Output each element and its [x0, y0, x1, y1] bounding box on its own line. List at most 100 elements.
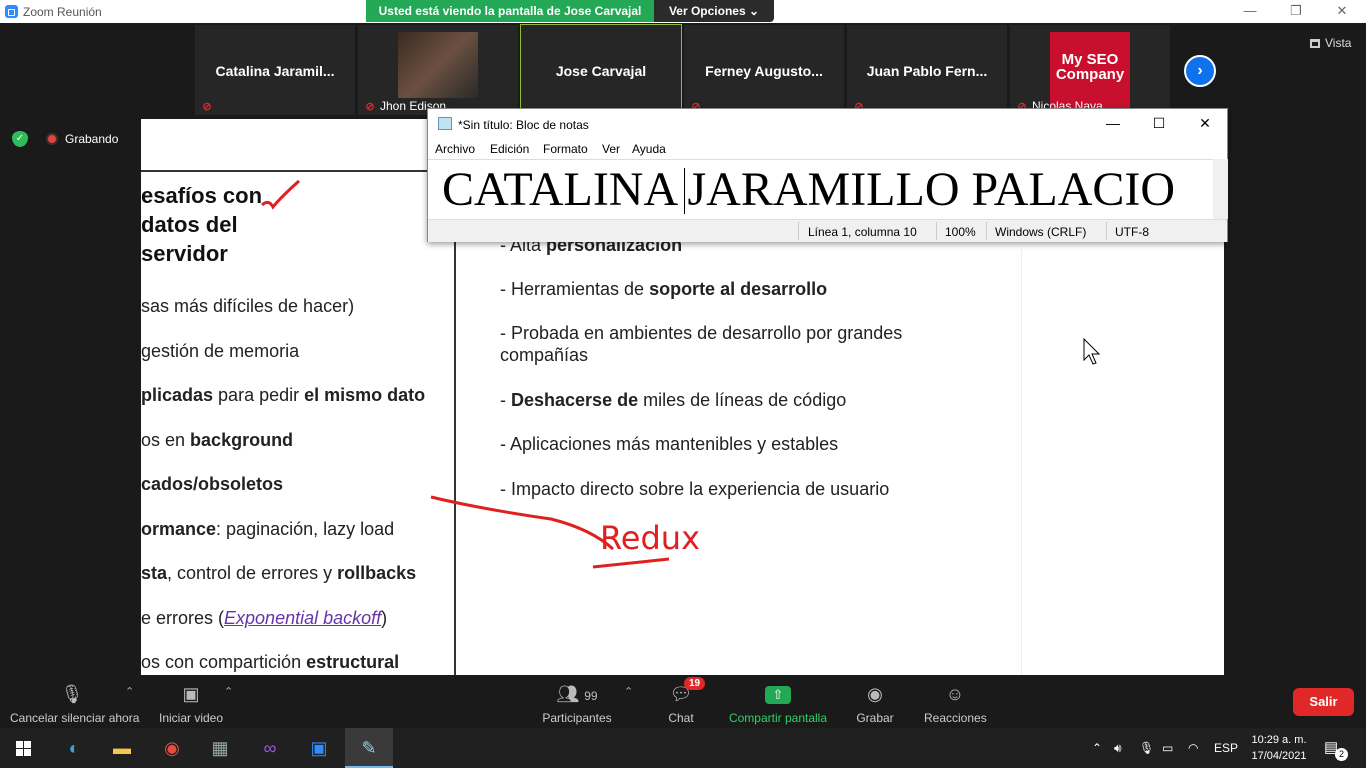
unmute-button[interactable]: 🎙︎ Cancelar silenciar ahora — [10, 681, 139, 725]
menu-ver[interactable]: Ver — [602, 142, 620, 156]
audio-options-chevron-icon[interactable]: ⌃ — [125, 685, 134, 698]
recording-dot-icon — [46, 133, 58, 145]
system-clock[interactable]: 10:29 a. m. 17/04/2021 — [1246, 732, 1312, 764]
encoding: UTF-8 — [1115, 225, 1149, 239]
chrome-icon[interactable]: ◉ — [148, 728, 196, 768]
notepad-app-icon — [438, 117, 452, 130]
text-caret — [684, 168, 685, 214]
input-language[interactable]: ESP — [1214, 728, 1238, 768]
chevron-down-icon: ⌄ — [748, 4, 760, 18]
muted-mic-icon: ⊘ — [365, 101, 375, 113]
volume-icon[interactable]: 🔊︎ — [1114, 728, 1122, 768]
participants-label: Participantes — [542, 711, 612, 725]
zoom-logo-icon — [5, 5, 18, 18]
zoom-level: 100% — [945, 225, 976, 239]
menu-edicion[interactable]: Edición — [490, 142, 529, 156]
status-divider — [1106, 222, 1107, 240]
notepad-close-button[interactable]: ✕ — [1182, 109, 1228, 139]
network-icon[interactable]: ◠ — [1188, 728, 1198, 768]
file-explorer-icon[interactable]: ▬ — [98, 728, 146, 768]
view-options-label: Ver Opciones — [668, 4, 746, 18]
zoom-title-bar: Zoom Reunión Usted está viendo la pantal… — [0, 0, 1366, 23]
participants-icon: 👥︎ 99 — [556, 684, 598, 704]
restore-button[interactable]: ❐ — [1273, 0, 1319, 23]
window-title: Zoom Reunión — [23, 5, 102, 19]
notepad-taskbar-icon[interactable]: ✎ — [345, 728, 393, 768]
grid-view-icon — [1310, 39, 1320, 49]
unmute-label: Cancelar silenciar ahora — [10, 711, 140, 725]
ink-checkmark — [261, 179, 300, 210]
chevron-right-icon: › — [1197, 62, 1203, 79]
view-options-button[interactable]: Ver Opciones ⌄ — [654, 0, 774, 22]
notification-center-icon[interactable]: ▤ — [1324, 728, 1338, 768]
encryption-shield-icon[interactable]: ✓ — [12, 131, 28, 147]
microphone-icon[interactable]: 🎙︎ — [1139, 728, 1154, 768]
ink-arrow-stroke — [430, 495, 615, 551]
status-divider — [986, 222, 987, 240]
menu-formato[interactable]: Formato — [543, 142, 588, 156]
clock-time: 10:29 a. m. — [1251, 734, 1307, 746]
reactions-button[interactable]: ☺ Reacciones — [924, 681, 987, 725]
view-layout-label: Vista — [1325, 36, 1352, 50]
view-layout-button[interactable]: Vista — [1310, 36, 1351, 50]
participants-chevron-icon[interactable]: ⌃ — [624, 685, 633, 698]
notepad-maximize-button[interactable]: ☐ — [1136, 109, 1182, 139]
visual-studio-icon[interactable]: ∞ — [246, 728, 294, 768]
notepad-window[interactable]: *Sin título: Bloc de notas — ☐ ✕ Archivo… — [427, 108, 1228, 242]
participant-name: Jose Carvajal — [555, 63, 647, 79]
participant-tile[interactable]: Catalina Jaramil... ⊘ — [195, 25, 355, 115]
reaction-smiley-icon: ☺ — [945, 684, 965, 704]
chat-unread-badge: 19 — [684, 677, 706, 690]
participant-name: Catalina Jaramil... — [215, 63, 335, 79]
minimize-button[interactable]: — — [1227, 0, 1273, 23]
windows-start-icon[interactable] — [16, 741, 31, 756]
edge-browser-icon[interactable]: ◐ — [50, 728, 98, 768]
participants-button[interactable]: 👥︎ 99 Participantes — [542, 681, 612, 725]
share-screen-icon: ⇧ — [765, 686, 791, 705]
menu-archivo[interactable]: Archivo — [435, 142, 475, 156]
notification-count-badge: 2 — [1335, 748, 1348, 761]
show-hidden-icons-chevron-icon[interactable]: ⌃ — [1092, 728, 1102, 768]
participants-count: 99 — [584, 689, 598, 703]
share-screen-label: Compartir pantalla — [728, 711, 828, 725]
notepad-text-area[interactable]: CATALINA JARAMILLO PALACIO — [428, 159, 1213, 219]
record-button[interactable]: ◉ Grabar — [856, 681, 894, 725]
participant-tile[interactable]: My SEO Company ⊘ Nicolas Nava — [1010, 25, 1170, 115]
muted-mic-icon: ⊘ — [202, 101, 212, 113]
participant-tile[interactable]: ⊘ Jhon Edison — [358, 25, 518, 115]
line-ending: Windows (CRLF) — [995, 225, 1087, 239]
menu-ayuda[interactable]: Ayuda — [632, 142, 666, 156]
record-icon: ◉ — [867, 684, 883, 704]
leave-meeting-button[interactable]: Salir — [1293, 688, 1354, 716]
notepad-title: *Sin título: Bloc de notas — [458, 118, 589, 132]
notepad-minimize-button[interactable]: — — [1090, 109, 1136, 139]
ink-underline — [592, 557, 670, 569]
recording-label[interactable]: Grabando — [65, 132, 118, 146]
start-video-label: Iniciar video — [158, 711, 224, 725]
logo-line: Company — [1055, 66, 1125, 83]
participant-tile[interactable]: Ferney Augusto... ⊘ — [684, 25, 844, 115]
notepad-content: CATALINA JARAMILLO PALACIO — [442, 163, 1176, 216]
zoom-meeting-desktop: { "window": {"title": "Zoom Reunión", "m… — [0, 0, 1366, 768]
share-screen-button[interactable]: ⇧ Compartir pantalla — [728, 681, 828, 725]
notepad-vertical-scrollbar[interactable] — [1213, 159, 1228, 219]
zoom-taskbar-icon[interactable]: ▣ — [295, 728, 343, 768]
notepad-status-bar: Línea 1, columna 10 100% Windows (CRLF) … — [428, 219, 1227, 242]
record-label: Grabar — [856, 711, 894, 725]
meeting-controls-bar: 🎙︎ Cancelar silenciar ahora ⌃ ▣ Iniciar … — [0, 675, 1366, 728]
video-off-icon: ▣ — [182, 684, 200, 704]
chat-label: Chat — [668, 711, 694, 725]
close-button[interactable]: ✕ — [1319, 0, 1365, 23]
notepad-title-bar[interactable]: *Sin título: Bloc de notas — ☐ ✕ — [428, 109, 1227, 139]
clock-date: 17/04/2021 — [1251, 750, 1307, 762]
calculator-icon[interactable]: ▦ — [196, 728, 244, 768]
battery-icon[interactable]: ▭ — [1162, 728, 1173, 768]
mouse-pointer-icon — [1083, 338, 1101, 365]
participant-tile[interactable]: Juan Pablo Fern... ⊘ — [847, 25, 1007, 115]
notepad-menu-bar: Archivo Edición Formato Ver Ayuda — [428, 139, 1227, 159]
start-video-button[interactable]: ▣ Iniciar video — [158, 681, 224, 725]
participant-tile-active-speaker[interactable]: Jose Carvajal — [520, 24, 682, 116]
video-options-chevron-icon[interactable]: ⌃ — [224, 685, 233, 698]
cursor-position: Línea 1, columna 10 — [808, 225, 917, 239]
next-page-button[interactable]: › — [1184, 55, 1216, 87]
